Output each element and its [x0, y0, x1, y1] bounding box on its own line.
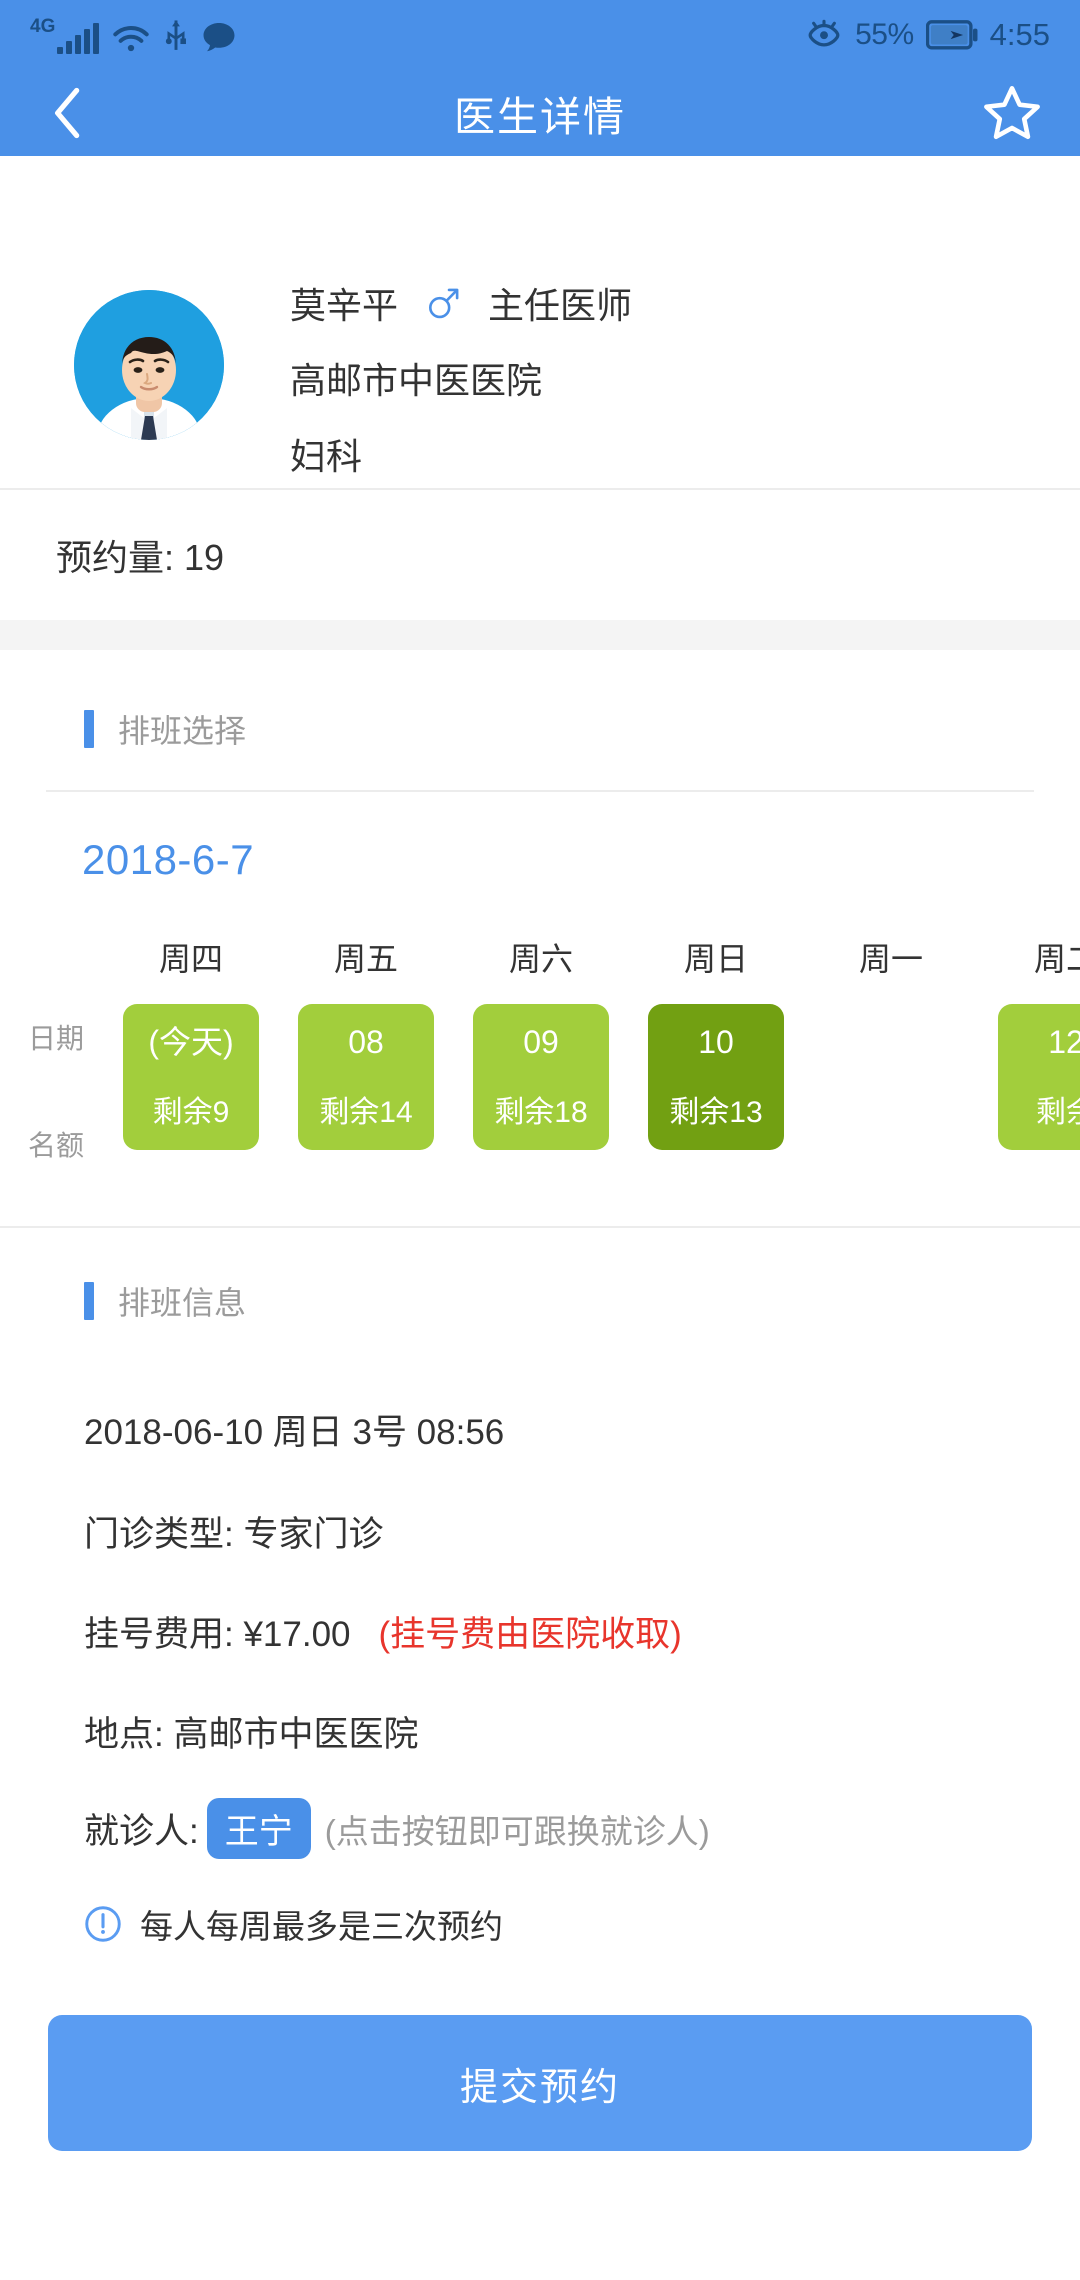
slot-card[interactable]: 09 剩余18 — [473, 1004, 609, 1150]
cellular-signal-group: 4G — [30, 17, 99, 54]
section-accent-bar — [84, 710, 94, 748]
patient-select-button[interactable]: 王宁 — [207, 1798, 311, 1859]
chevron-left-icon — [51, 87, 85, 139]
doctor-name: 莫辛平 — [290, 277, 398, 329]
doctor-name-row: 莫辛平 主任医师 — [290, 276, 632, 330]
day-number: 09 — [523, 1026, 559, 1058]
battery-charging-icon — [926, 20, 978, 50]
day-number: 08 — [348, 1026, 384, 1058]
signal-bars-icon — [57, 24, 99, 54]
location: 地点: 高邮市中医医院 — [84, 1706, 418, 1757]
appointment-count-label: 预约量: 19 — [56, 529, 224, 581]
doctor-title: 主任医师 — [488, 277, 632, 329]
submit-appointment-button[interactable]: 提交预约 — [48, 2015, 1032, 2151]
fee-note: (挂号费由医院收取) — [379, 1615, 682, 1654]
day-number: 12 — [1048, 1026, 1080, 1058]
doctor-hospital: 高邮市中医医院 — [290, 352, 632, 404]
wifi-icon — [111, 20, 151, 54]
calendar-day-0[interactable]: 周四 (今天) 剩余9 — [112, 930, 270, 1150]
doctor-department: 妇科 — [290, 428, 632, 480]
patient-label: 就诊人: — [84, 1803, 199, 1854]
schedule-select-title: 排班选择 — [118, 706, 246, 752]
notice-text: 每人每周最多是三次预约 — [140, 1900, 503, 1948]
slots-remaining: 剩余18 — [494, 1098, 587, 1128]
doctor-info: 莫辛平 主任医师 高邮市中医医院 妇科 — [290, 276, 632, 480]
status-bar: 4G — [0, 0, 1080, 70]
row-label-date: 日期 — [28, 1008, 108, 1066]
calendar-row-labels: 日期 名额 — [28, 1008, 108, 1212]
weekday-label: 周日 — [637, 930, 795, 988]
usb-icon — [163, 18, 189, 54]
calendar-day-1[interactable]: 周五 08 剩余14 — [287, 930, 445, 1150]
clock-label: 4:55 — [990, 17, 1050, 53]
row-label-slots: 名额 — [28, 1066, 108, 1212]
eye-care-icon — [805, 19, 843, 51]
fee-row: 挂号费用: ¥17.00 (挂号费由医院收取) — [84, 1606, 682, 1657]
slot-card[interactable]: 08 剩余14 — [298, 1004, 434, 1150]
selected-date-label: 2018-6-7 — [82, 836, 254, 884]
header-divider — [46, 790, 1034, 792]
slot-card[interactable]: 12 剩余 — [998, 1004, 1080, 1150]
status-bar-right: 55% 4:55 — [805, 17, 1050, 53]
slots-remaining: 剩余 — [1036, 1098, 1080, 1128]
schedule-select-header: 排班选择 — [84, 706, 246, 752]
day-number: (今天) — [148, 1026, 233, 1058]
weekday-label: 周一 — [812, 930, 970, 988]
appointment-count-row: 预约量: 19 — [0, 490, 1080, 620]
day-number: 10 — [698, 1026, 734, 1058]
weekday-label: 周四 — [112, 930, 270, 988]
slot-card[interactable]: (今天) 剩余9 — [123, 1004, 259, 1150]
battery-percent-label: 55% — [855, 18, 914, 52]
calendar-day-2[interactable]: 周六 09 剩余18 — [462, 930, 620, 1150]
schedule-info-header: 排班信息 — [84, 1278, 246, 1324]
favorite-button[interactable] — [982, 83, 1042, 143]
section-accent-bar — [84, 1282, 94, 1320]
title-bar: 医生详情 — [0, 70, 1080, 156]
section-divider-band — [0, 620, 1080, 650]
patient-hint: (点击按钮即可跟换就诊人) — [325, 1805, 710, 1853]
calendar-day-4: 周一 — [812, 930, 970, 1150]
avatar — [74, 290, 224, 440]
calendar-day-5[interactable]: 周二 12 剩余 — [987, 930, 1080, 1150]
slots-remaining: 剩余14 — [319, 1098, 412, 1128]
calendar-day-3[interactable]: 周日 10 剩余13 — [637, 930, 795, 1150]
slot-card-selected[interactable]: 10 剩余13 — [648, 1004, 784, 1150]
male-symbol-icon — [426, 286, 460, 320]
network-type-label: 4G — [30, 17, 55, 36]
calendar-track[interactable]: 周四 (今天) 剩余9 周五 08 剩余14 周六 0 — [112, 930, 1080, 1160]
fee-amount: 挂号费用: ¥17.00 — [84, 1615, 351, 1654]
doctor-photo — [74, 290, 224, 440]
back-button[interactable] — [38, 83, 98, 143]
weekday-label: 周二 — [987, 930, 1080, 988]
star-outline-icon — [982, 82, 1042, 144]
schedule-select-section: 排班选择 2018-6-7 日期 名额 周四 (今天) 剩余9 周五 — [0, 650, 1080, 1228]
doctor-card: 莫辛平 主任医师 高邮市中医医院 妇科 — [0, 156, 1080, 490]
app-screen: 4G — [0, 0, 1080, 2280]
slots-remaining: 剩余13 — [669, 1098, 762, 1128]
page-title: 医生详情 — [0, 83, 1080, 143]
patient-row: 就诊人: 王宁 (点击按钮即可跟换就诊人) — [84, 1798, 710, 1859]
slots-remaining: 剩余9 — [153, 1098, 230, 1128]
status-bar-left: 4G — [30, 17, 237, 54]
notice-row: 每人每周最多是三次预约 — [84, 1900, 503, 1948]
weekday-label: 周六 — [462, 930, 620, 988]
schedule-datetime: 2018-06-10 周日 3号 08:56 — [84, 1404, 504, 1455]
schedule-info-title: 排班信息 — [118, 1278, 246, 1324]
exclamation-circle-icon — [84, 1905, 122, 1943]
message-icon — [201, 20, 237, 54]
clinic-type: 门诊类型: 专家门诊 — [84, 1506, 383, 1557]
slot-card-empty — [823, 1004, 959, 1150]
weekday-label: 周五 — [287, 930, 445, 988]
